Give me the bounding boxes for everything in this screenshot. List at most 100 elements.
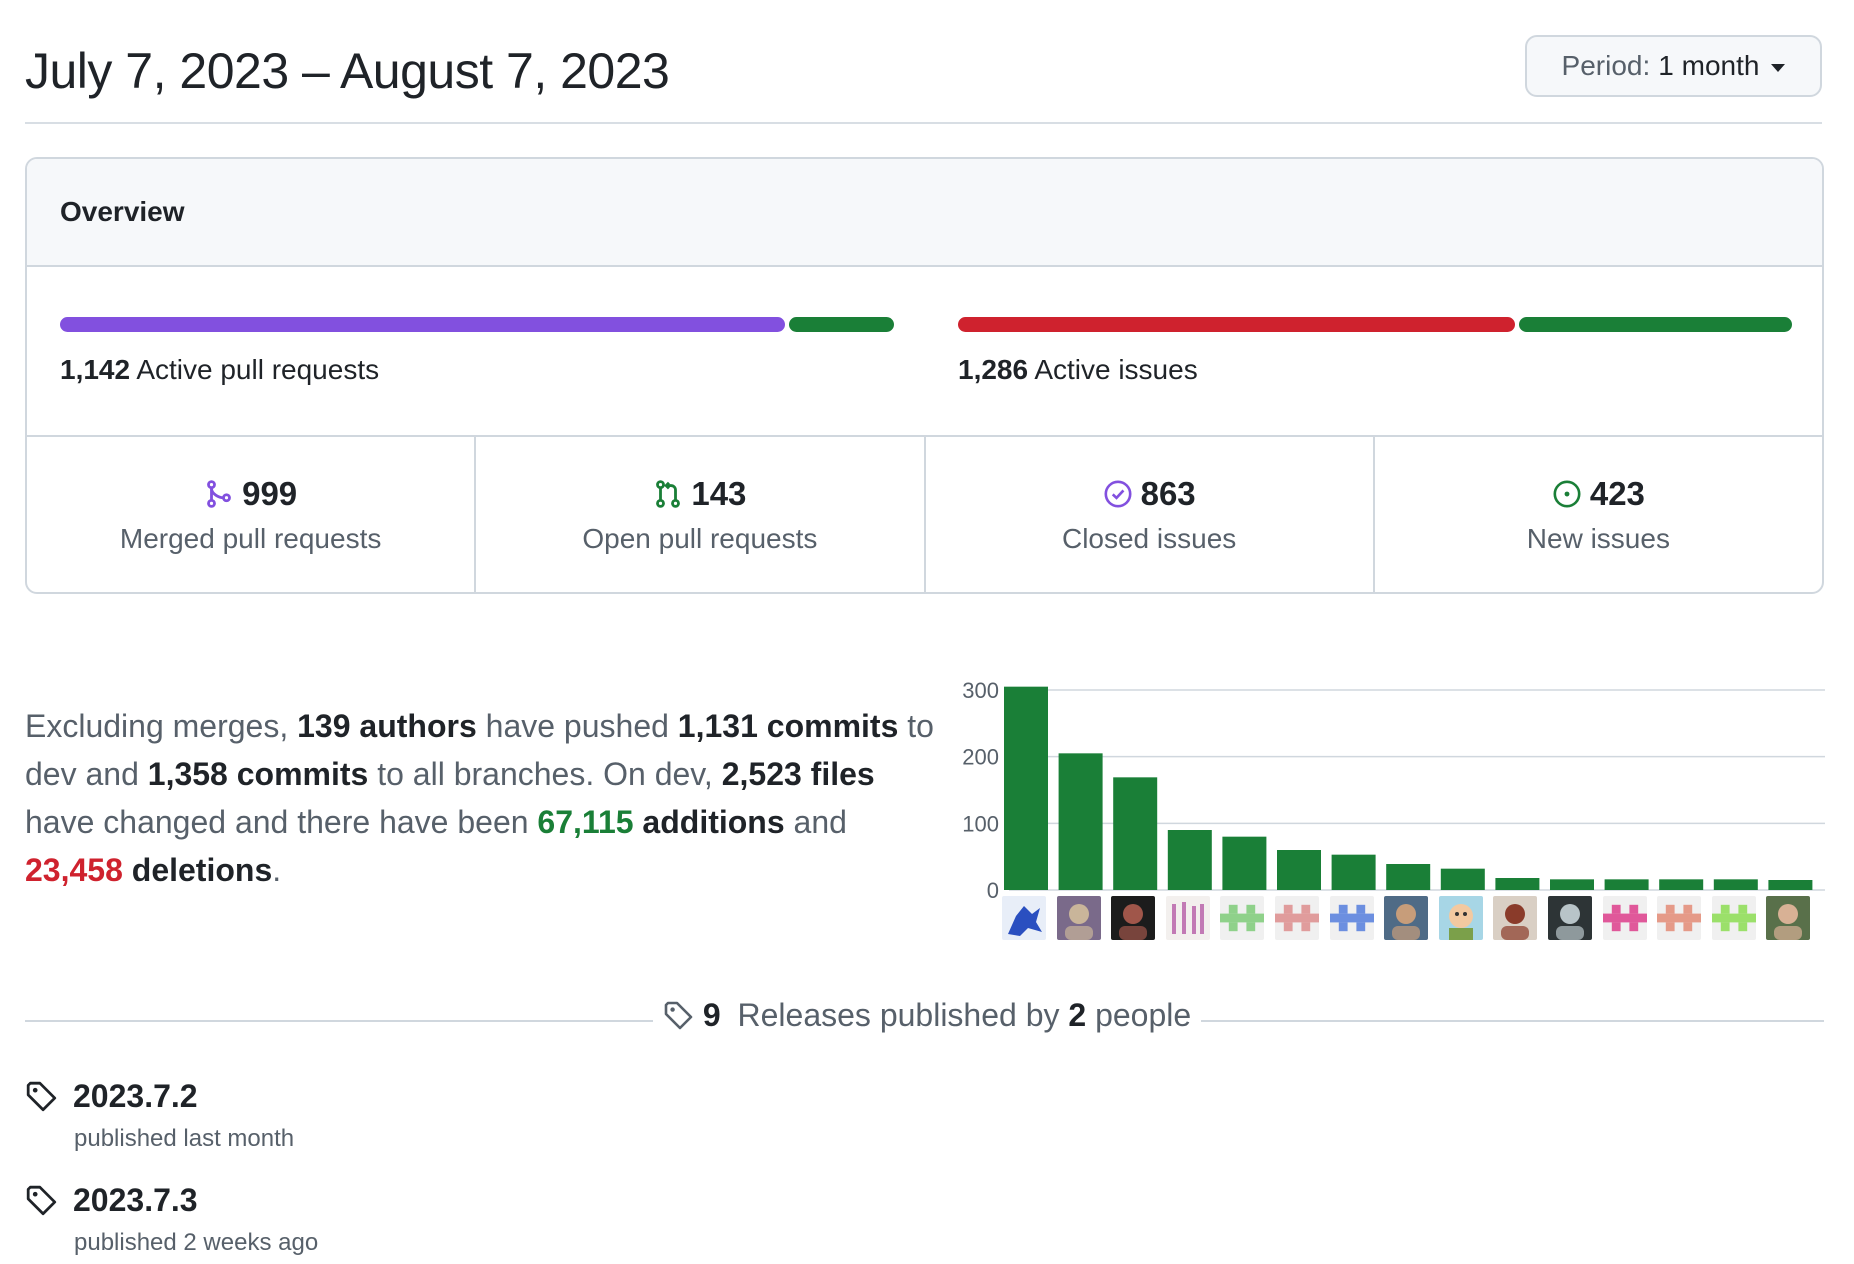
commit-bar[interactable] — [1604, 879, 1649, 890]
commit-bar[interactable] — [1331, 854, 1376, 890]
commit-bar[interactable] — [1495, 878, 1540, 890]
commit-bar[interactable] — [1659, 879, 1704, 890]
photo-avatar[interactable] — [1384, 896, 1429, 940]
photo-avatar[interactable] — [1056, 896, 1101, 940]
closed-progress-segment — [958, 317, 1515, 332]
y-tick-label: 100 — [962, 811, 999, 836]
identicon-avatar[interactable] — [1602, 896, 1647, 940]
identicon-avatar[interactable] — [1329, 896, 1374, 940]
overview-bars: 1,142 Active pull requests 1,286 Active … — [27, 267, 1822, 437]
pattern-avatar[interactable] — [1165, 896, 1210, 940]
release-published-time: published last month — [74, 1125, 295, 1152]
pull-requests-summary[interactable]: 1,142 Active pull requests — [60, 317, 894, 386]
active-issues-count: 1,286 — [958, 354, 1029, 385]
commit-bar[interactable] — [1058, 753, 1103, 890]
active-issues-label: Active issues — [1034, 354, 1198, 385]
release-item: 2023.7.2 published last month — [25, 1078, 294, 1153]
commit-bar[interactable] — [1004, 686, 1048, 890]
stat-value: 423 — [1589, 474, 1645, 512]
stat-label: Merged pull requests — [119, 522, 382, 554]
tag-icon — [664, 1001, 693, 1029]
stat-new-issues[interactable]: 423 New issues — [1375, 437, 1822, 592]
y-tick-label: 300 — [962, 678, 999, 703]
overview-title: Overview — [60, 196, 185, 227]
release-version-link[interactable]: 2023.7.2 — [73, 1078, 198, 1115]
stat-label: Closed issues — [1061, 522, 1237, 554]
pull-requests-progress-bar — [60, 317, 894, 332]
y-tick-label: 200 — [962, 745, 999, 770]
stat-merged-pull-requests[interactable]: 999 Merged pull requests — [27, 437, 477, 592]
release-published-time: published 2 weeks ago — [74, 1229, 319, 1256]
identicon-avatar[interactable] — [1220, 896, 1265, 940]
commit-bar[interactable] — [1167, 830, 1212, 890]
active-pull-requests-count: 1,142 — [60, 354, 131, 385]
dev-commits-count: 1,131 commits — [677, 708, 899, 744]
overview-box: Overview 1,142 Active pull requests 1,28… — [25, 157, 1824, 594]
releases-text: people — [1086, 997, 1192, 1033]
caret-down-icon — [1771, 63, 1786, 72]
header: July 7, 2023 – August 7, 2023 Period: 1 … — [25, 0, 1822, 124]
additions-label: additions — [633, 804, 785, 840]
releases-header: 9 Releases published by 2 people — [0, 997, 1854, 1034]
releases-people-count: 2 — [1068, 997, 1087, 1033]
summary-text: and — [784, 804, 847, 840]
stat-value: 863 — [1140, 474, 1196, 512]
commit-bar[interactable] — [1222, 836, 1267, 890]
photo-avatar[interactable] — [1111, 896, 1156, 940]
releases-text: Releases published by — [728, 997, 1069, 1033]
stat-value: 143 — [691, 474, 747, 512]
identicon-avatar[interactable] — [1275, 896, 1319, 940]
issue-opened-icon — [1553, 480, 1581, 507]
commit-bar[interactable] — [1440, 868, 1485, 890]
commit-bar[interactable] — [1550, 879, 1594, 890]
git-pull-request-icon — [656, 479, 681, 508]
files-changed-count: 2,523 files — [721, 756, 875, 792]
merged-progress-segment — [60, 317, 786, 332]
dragon-avatar[interactable] — [1002, 896, 1046, 940]
photo-avatar[interactable] — [1493, 896, 1538, 940]
tag-icon — [26, 1185, 57, 1215]
summary-text: have pushed — [476, 708, 678, 744]
releases-count: 9 — [702, 997, 721, 1033]
stat-open-pull-requests[interactable]: 143 Open pull requests — [476, 437, 926, 592]
issues-summary[interactable]: 1,286 Active issues — [958, 317, 1792, 386]
new-progress-segment — [1518, 317, 1792, 332]
period-dropdown-button[interactable]: Period: 1 month — [1525, 35, 1822, 97]
authors-count[interactable]: 139 authors — [297, 708, 477, 744]
period-value: 1 month — [1658, 50, 1760, 81]
deletions-count: 23,458 — [25, 852, 123, 888]
release-version-link[interactable]: 2023.7.3 — [73, 1182, 198, 1219]
release-item: 2023.7.3 published 2 weeks ago — [25, 1182, 318, 1257]
tag-icon — [26, 1081, 57, 1111]
commit-bar[interactable] — [1713, 879, 1758, 890]
stat-label: Open pull requests — [582, 522, 818, 554]
identicon-avatar[interactable] — [1711, 896, 1756, 940]
git-merge-icon — [207, 479, 231, 508]
commit-bar[interactable] — [1277, 850, 1321, 890]
period-label: Period: — [1561, 50, 1651, 81]
deletions-label: deletions — [122, 852, 273, 888]
active-issues-caption: 1,286 Active issues — [958, 354, 1792, 386]
issue-closed-icon — [1104, 480, 1132, 507]
additions-count: 67,115 — [537, 804, 634, 840]
photo-avatar[interactable] — [1766, 896, 1811, 940]
commit-bar[interactable] — [1386, 864, 1431, 890]
active-pull-requests-label: Active pull requests — [136, 354, 380, 385]
y-tick-label: 0 — [987, 878, 999, 903]
overview-stats: 999 Merged pull requests 143 Open pull r… — [27, 437, 1822, 592]
commit-bar[interactable] — [1768, 880, 1813, 890]
all-commits-count: 1,358 commits — [147, 756, 369, 792]
identicon-avatar[interactable] — [1657, 896, 1702, 940]
overview-header: Overview — [27, 159, 1822, 267]
stat-closed-issues[interactable]: 863 Closed issues — [926, 437, 1375, 592]
photo-avatar[interactable] — [1548, 896, 1592, 940]
commit-summary: Excluding merges, 139 authors have pushe… — [25, 702, 945, 894]
summary-text: to all branches. On dev, — [368, 756, 722, 792]
commit-bar[interactable] — [1113, 777, 1158, 890]
stat-label: New issues — [1526, 522, 1670, 554]
summary-text: have changed and there have been — [25, 804, 538, 840]
summary-text: Excluding merges, — [25, 708, 298, 744]
date-range-title: July 7, 2023 – August 7, 2023 — [25, 43, 670, 99]
issues-progress-bar — [958, 317, 1792, 332]
cartoon-avatar[interactable] — [1438, 896, 1483, 940]
